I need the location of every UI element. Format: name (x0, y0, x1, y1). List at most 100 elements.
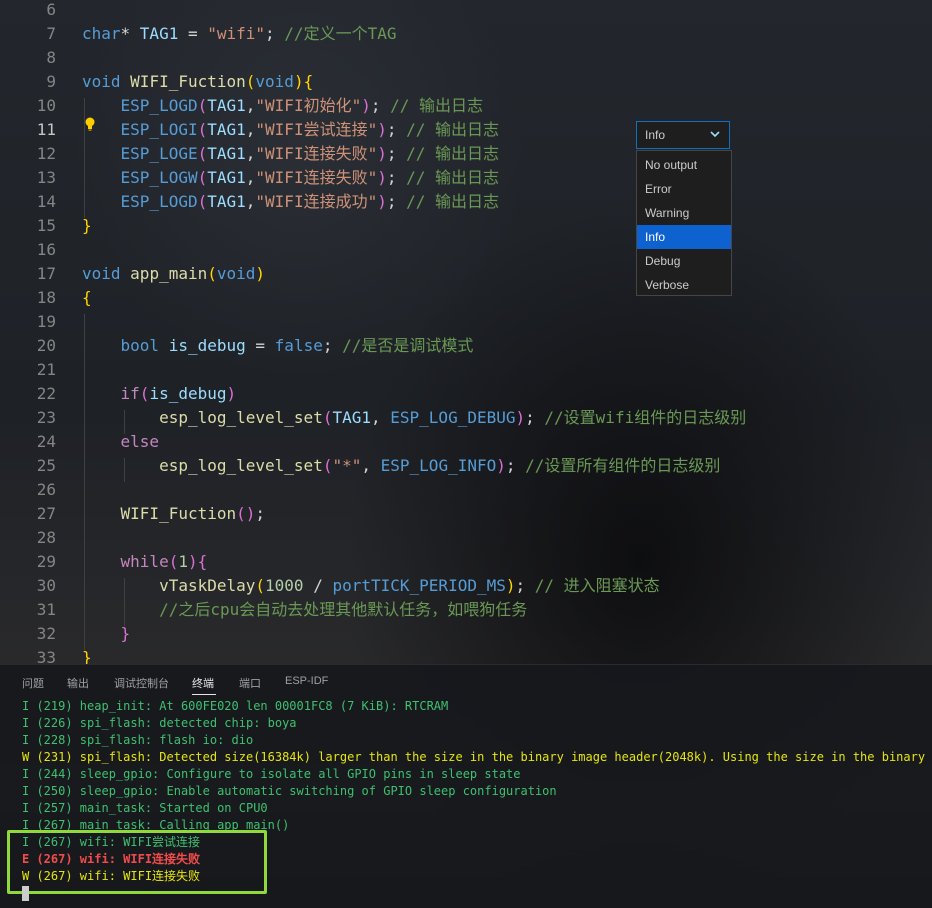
code-line[interactable]: 9 void WIFI_Fuction(void){ (0, 70, 932, 94)
code-line[interactable]: 6 (0, 0, 932, 22)
code-line[interactable]: 32 } (0, 622, 932, 646)
code-token: ; (386, 168, 407, 187)
code-token: vTaskDelay (159, 576, 256, 595)
code-token: / (303, 576, 333, 595)
terminal-line: I (228) spi_flash: flash io: dio (22, 733, 254, 747)
code-token: WIFI_Fuction (130, 72, 246, 91)
option-error[interactable]: Error (637, 177, 731, 201)
code-token: while (120, 552, 169, 571)
code-token: ( (245, 72, 256, 91)
code-line[interactable]: 33} (0, 646, 932, 664)
code-token: ) (377, 192, 387, 211)
code-token: ) (361, 96, 371, 115)
code-line[interactable]: 28 (0, 526, 932, 550)
code-token: TAG1 (139, 24, 179, 43)
code-text: WIFI_Fuction(); (82, 502, 266, 526)
tab-debug-console[interactable]: 调试控制台 (114, 675, 169, 691)
code-token: ; (255, 504, 266, 523)
code-token: ) (505, 576, 516, 595)
code-line[interactable]: 11 ESP_LOGI(TAG1,"WIFI尝试连接"); // 输出日志 (0, 118, 932, 142)
code-line[interactable]: 23 esp_log_level_set(TAG1, ESP_LOG_DEBUG… (0, 406, 932, 430)
code-line[interactable]: 27 WIFI_Fuction(); (0, 502, 932, 526)
code-line[interactable]: 24 else (0, 430, 932, 454)
code-token: * (120, 24, 140, 43)
code-token: , (371, 408, 391, 427)
log-level-select[interactable]: Info (636, 121, 730, 149)
line-number: 21 (36, 360, 56, 379)
code-line[interactable]: 17 void app_main(void) (0, 262, 932, 286)
code-line[interactable]: 31 //之后cpu会自动去处理其他默认任务，如喂狗任务 (0, 598, 932, 622)
code-token: ESP_LOGD (120, 96, 198, 115)
tab-problems[interactable]: 问题 (22, 675, 44, 691)
tab-output[interactable]: 输出 (67, 675, 89, 691)
code-token: TAG1 (207, 192, 246, 211)
code-line[interactable]: 15} (0, 214, 932, 238)
tab-terminal[interactable]: 终端 (192, 675, 214, 691)
code-line[interactable]: 8 (0, 46, 932, 70)
tab-ports[interactable]: 端口 (239, 675, 261, 691)
code-line[interactable]: 7 char* TAG1 = "wifi"; //定义一个TAG (0, 22, 932, 46)
option-info[interactable]: Info (637, 225, 731, 249)
code-text: } (82, 214, 92, 238)
code-text: } (82, 646, 92, 664)
code-line[interactable]: 13 ESP_LOGW(TAG1,"WIFI连接失败"); // 输出日志 (0, 166, 932, 190)
code-token: } (82, 648, 92, 664)
code-line[interactable]: 20 bool is_debug = false; //是否是调试模式 (0, 334, 932, 358)
option-no-output[interactable]: No output (637, 153, 731, 177)
line-number: 13 (36, 168, 56, 187)
chevron-down-icon (710, 131, 720, 138)
code-line[interactable]: 19 (0, 310, 932, 334)
code-token: ; (386, 192, 407, 211)
code-text: while(1){ (82, 550, 208, 574)
option-warning[interactable]: Warning (637, 201, 731, 225)
code-token: } (82, 216, 92, 235)
code-line[interactable]: 12 ESP_LOGE(TAG1,"WIFI连接失败"); // 输出日志 (0, 142, 932, 166)
code-line[interactable]: 29 while(1){ (0, 550, 932, 574)
code-token: bool (120, 336, 160, 355)
code-token: void (82, 72, 121, 91)
code-token: , (245, 192, 256, 211)
tab-esp-idf[interactable]: ESP-IDF (285, 675, 328, 687)
code-token: app_main (130, 264, 208, 283)
code-line[interactable]: 16 (0, 238, 932, 262)
code-token: void (82, 264, 121, 283)
code-text: ESP_LOGW(TAG1,"WIFI连接失败"); // 输出日志 (82, 166, 500, 190)
code-token: false (274, 336, 323, 355)
code-line[interactable]: 10 ESP_LOGD(TAG1,"WIFI初始化"); // 输出日志 (0, 94, 932, 118)
code-token: ) (377, 120, 387, 139)
code-text: bool is_debug = false; //是否是调试模式 (82, 334, 474, 358)
active-tab-indicator (192, 694, 216, 695)
option-debug[interactable]: Debug (637, 249, 731, 273)
code-token: ( (197, 144, 208, 163)
code-line[interactable]: 18 { (0, 286, 932, 310)
code-token: esp_log_level_set (159, 408, 323, 427)
terminal-cursor (22, 886, 29, 901)
code-token: // 输出日志 (406, 120, 500, 139)
code-text: ESP_LOGI(TAG1,"WIFI尝试连接"); // 输出日志 (82, 118, 500, 142)
code-line[interactable]: 14 ESP_LOGD(TAG1,"WIFI连接成功"); // 输出日志 (0, 190, 932, 214)
code-token: "WIFI连接失败" (255, 168, 378, 187)
code-line[interactable]: 22 if(is_debug) (0, 382, 932, 406)
code-line[interactable]: 25 esp_log_level_set("*", ESP_LOG_INFO);… (0, 454, 932, 478)
code-token: ( (207, 264, 217, 283)
code-token: WIFI_Fuction (120, 504, 237, 523)
line-number: 11 (36, 120, 56, 139)
code-text: esp_log_level_set(TAG1, ESP_LOG_DEBUG); … (82, 406, 746, 430)
log-level-selected-value: Info (645, 128, 666, 142)
code-token: TAG1 (207, 120, 246, 139)
code-line[interactable]: 26 (0, 478, 932, 502)
terminal-line: I (226) spi_flash: detected chip: boya (22, 716, 297, 730)
code-token: "wifi" (207, 24, 266, 43)
code-line[interactable]: 30 vTaskDelay(1000 / portTICK_PERIOD_MS)… (0, 574, 932, 598)
code-line[interactable]: 21 (0, 358, 932, 382)
code-token: //定义一个TAG (284, 24, 397, 43)
code-token: "WIFI连接成功" (255, 192, 378, 211)
code-text: ESP_LOGD(TAG1,"WIFI初始化"); // 输出日志 (82, 94, 484, 118)
code-token: = (245, 336, 275, 355)
option-verbose[interactable]: Verbose (637, 273, 731, 297)
code-editor[interactable]: 6 7 char* TAG1 = "wifi"; //定义一个TAG 8 9 void W… (0, 0, 932, 664)
code-token: = (178, 24, 208, 43)
